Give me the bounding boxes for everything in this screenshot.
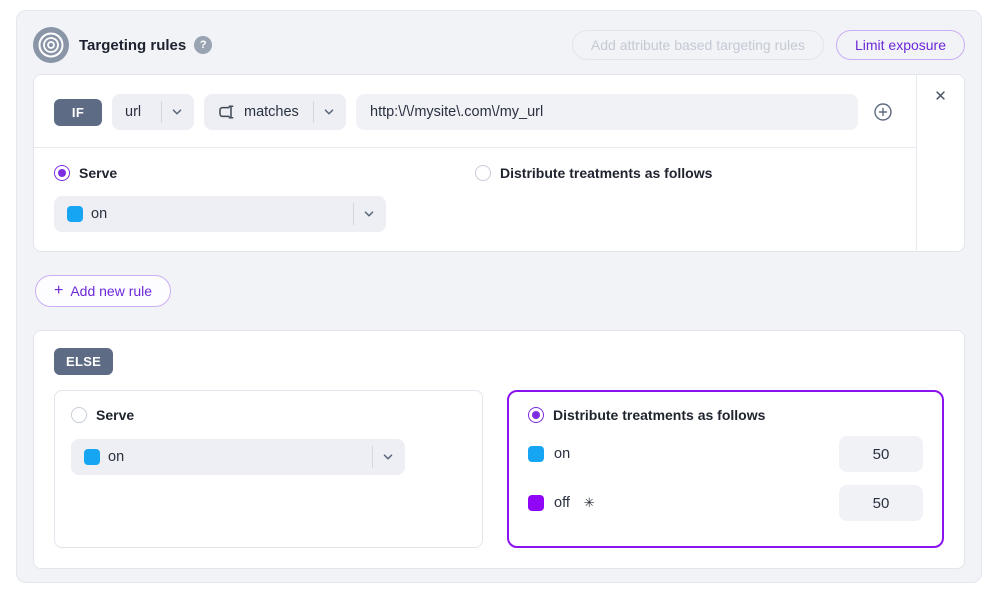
treatment-dropdown-value: on — [108, 449, 124, 465]
treatment-dropdown[interactable]: on — [54, 196, 386, 232]
radio-unselected-icon[interactable] — [475, 165, 491, 181]
serve-option-card[interactable]: Serve on — [54, 390, 483, 548]
page: Targeting rules ? Add attribute based ta… — [0, 0, 998, 593]
chevron-down-icon — [362, 207, 376, 221]
add-attribute-rules-button[interactable]: Add attribute based targeting rules — [572, 30, 824, 60]
limit-exposure-button[interactable]: Limit exposure — [836, 30, 965, 60]
treatment-name: on — [554, 446, 570, 462]
radio-unselected-icon[interactable] — [71, 407, 87, 423]
page-title: Targeting rules — [79, 37, 186, 54]
matcher-dropdown-value: matches — [244, 104, 299, 120]
rule-main: IF url matches — [34, 75, 916, 251]
dropdown-divider — [372, 446, 373, 468]
dropdown-divider — [353, 203, 354, 225]
distribute-label: Distribute treatments as follows — [500, 165, 712, 181]
radio-selected-icon[interactable] — [528, 407, 544, 423]
treatment-percent-input[interactable] — [839, 485, 923, 521]
serve-radio-option[interactable]: Serve — [71, 407, 466, 423]
panel-header: Targeting rules ? Add attribute based ta… — [33, 24, 965, 66]
targeting-rule-card: IF url matches — [33, 74, 965, 252]
condition-row: IF url matches — [34, 75, 916, 148]
distribute-radio-option[interactable]: Distribute treatments as follows — [528, 407, 923, 423]
distribute-option-card[interactable]: Distribute treatments as follows on off … — [507, 390, 944, 548]
treatment-percent-input[interactable] — [839, 436, 923, 472]
treatment-color-swatch — [84, 449, 100, 465]
target-icon — [33, 27, 69, 63]
matcher-value-input[interactable] — [356, 94, 858, 130]
default-rule-options: Serve on Distribute treatments as follow… — [54, 390, 944, 548]
help-icon[interactable]: ? — [194, 36, 212, 54]
close-rule-icon[interactable]: ✕ — [934, 89, 947, 104]
serve-label: Serve — [96, 407, 134, 423]
default-rule-card: ELSE Serve on — [33, 330, 965, 569]
add-new-rule-label: Add new rule — [70, 283, 152, 299]
plus-icon: + — [54, 283, 63, 299]
serve-radio-option[interactable]: Serve — [54, 165, 475, 181]
treatment-color-swatch — [528, 446, 544, 462]
chevron-down-icon — [381, 450, 395, 464]
chevron-down-icon — [170, 105, 184, 119]
add-condition-icon[interactable] — [870, 99, 896, 125]
string-type-icon — [217, 104, 236, 120]
attribute-dropdown-value: url — [125, 104, 141, 120]
attribute-dropdown[interactable]: url — [112, 94, 194, 130]
treatment-color-swatch — [67, 206, 83, 222]
dropdown-divider — [161, 101, 162, 123]
default-treatment-asterisk-icon: ✳ — [584, 495, 595, 511]
distribute-radio-option[interactable]: Distribute treatments as follows — [475, 165, 896, 181]
add-new-rule-button[interactable]: + Add new rule — [35, 275, 171, 307]
dropdown-divider — [313, 101, 314, 123]
treatment-color-swatch — [528, 495, 544, 511]
matcher-dropdown[interactable]: matches — [204, 94, 346, 130]
radio-selected-icon[interactable] — [54, 165, 70, 181]
distribute-label: Distribute treatments as follows — [553, 407, 765, 423]
serve-mode-row: Serve Distribute treatments as follows — [34, 148, 916, 181]
if-badge: IF — [54, 99, 102, 126]
treatment-name: off — [554, 495, 570, 511]
treatment-dropdown-value: on — [91, 206, 107, 222]
else-badge: ELSE — [54, 348, 113, 375]
treatment-row: off ✳ — [528, 485, 923, 521]
serve-label: Serve — [79, 165, 117, 181]
rule-side-column: ✕ — [916, 75, 964, 251]
chevron-down-icon — [322, 105, 336, 119]
targeting-rules-panel: Targeting rules ? Add attribute based ta… — [16, 10, 982, 583]
treatment-dropdown[interactable]: on — [71, 439, 405, 475]
treatment-row: on — [528, 436, 923, 472]
